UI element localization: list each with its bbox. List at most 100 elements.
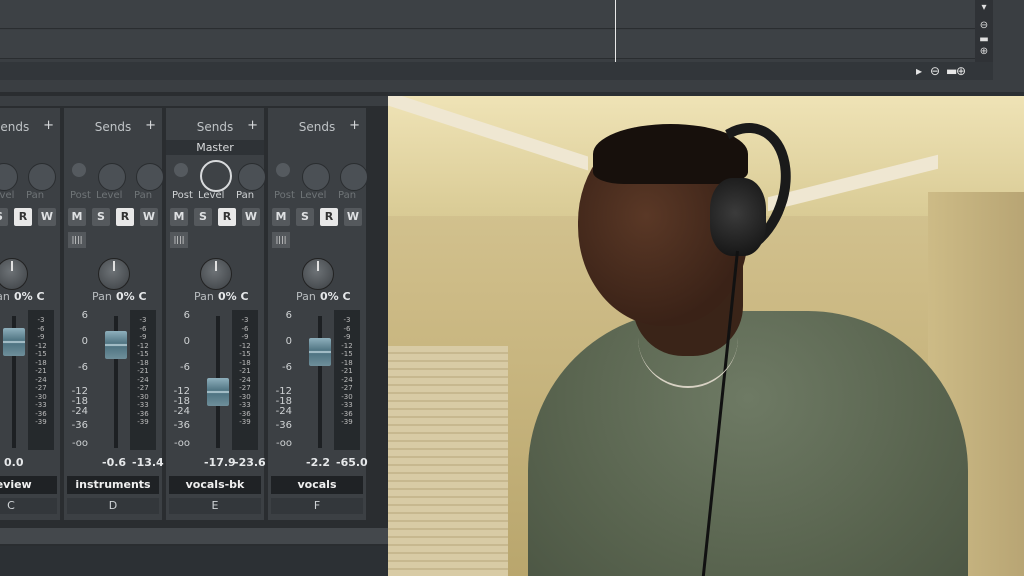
track-letter: D [67, 498, 159, 514]
level-meter: -3 -6 -9 -12 -15 -18 -21 -24 -27 -30 -33 -36 -39 [334, 310, 360, 450]
mixer-scrollbar[interactable] [0, 528, 388, 544]
meter-tick: -21 [35, 367, 47, 375]
pan-label: Pan [92, 290, 112, 303]
button-m[interactable]: M [170, 208, 188, 226]
scale-tick: 6 [183, 310, 190, 321]
button-w[interactable]: W [38, 208, 56, 226]
pan-label: Pan [296, 290, 316, 303]
button-m[interactable]: M [68, 208, 86, 226]
send-level-knob[interactable] [98, 163, 126, 191]
volume-fader[interactable] [3, 328, 25, 356]
playhead[interactable] [615, 0, 616, 62]
button-w[interactable]: W [344, 208, 362, 226]
pan-knob[interactable] [98, 258, 130, 290]
meter-tick: -39 [35, 418, 47, 426]
meter-tick: -24 [239, 375, 251, 384]
button-w[interactable]: W [242, 208, 260, 226]
webcam-video [388, 96, 1024, 576]
meter-tick: -15 [341, 350, 353, 358]
button-m[interactable]: M [272, 208, 290, 226]
scale-tick: -6 [78, 362, 88, 373]
meter-tick: -30 [341, 392, 353, 401]
fader-scale: 6 0 -6 -12 -18 -24 -36 -oo [68, 310, 88, 450]
headphone-cup [710, 178, 766, 256]
person-shirt [528, 311, 968, 576]
button-s[interactable]: S [0, 208, 8, 226]
meter-tick: -39 [239, 418, 251, 426]
button-r[interactable]: R [14, 208, 32, 226]
meter-tick: -18 [137, 358, 149, 367]
send-post-label: Post [70, 190, 91, 201]
send-post-knob[interactable] [174, 163, 188, 177]
scale-tick: -24 [71, 406, 88, 417]
level-meter: -3 -6 -9 -12 -15 -18 -21 -24 -27 -30 -33 -36 -39 [130, 310, 156, 450]
plus-icon[interactable]: + [145, 118, 156, 133]
plus-icon[interactable]: + [43, 118, 54, 133]
button-s[interactable]: S [194, 208, 212, 226]
track-name[interactable]: review [0, 476, 57, 494]
send-pan-knob[interactable] [136, 163, 164, 191]
zoom-out-icon[interactable]: ⊖ [930, 62, 940, 80]
play-arrow-icon[interactable]: ▸ [916, 62, 922, 80]
meter-tick: -33 [341, 401, 353, 409]
send-pan-knob[interactable] [238, 163, 266, 191]
zoom-in-icon[interactable]: ⊕ [956, 62, 966, 80]
meter-tick: -15 [35, 350, 47, 358]
scale-tick: -oo [173, 438, 190, 449]
send-post-knob[interactable] [276, 163, 290, 177]
button-w[interactable]: W [140, 208, 158, 226]
fader-scale: 6 0 -6 -12 -18 -24 -36 -oo [272, 310, 292, 450]
send-level-label: Level [198, 190, 225, 201]
button-r[interactable]: R [320, 208, 338, 226]
zoom-out-icon[interactable]: ⊖ [978, 20, 990, 32]
fader-track[interactable] [318, 316, 322, 448]
horizontal-scrollbar[interactable] [0, 62, 993, 80]
track-letter: C [0, 498, 57, 514]
scale-tick: -24 [275, 406, 292, 417]
volume-fader[interactable] [207, 377, 229, 406]
track-name[interactable]: vocals [271, 476, 363, 494]
waveform-icon[interactable]: |||| [68, 232, 86, 248]
meter-tick: -12 [137, 341, 149, 350]
meter-tick: -36 [239, 409, 251, 418]
pan-knob[interactable] [0, 258, 28, 290]
button-r[interactable]: R [218, 208, 236, 226]
scale-tick: -oo [275, 438, 292, 449]
send-level-knob[interactable] [200, 160, 232, 192]
scroll-down-icon[interactable]: ▾ [978, 2, 990, 14]
track-name[interactable]: instruments [67, 476, 159, 494]
send-pan-knob[interactable] [28, 163, 56, 191]
track-lane[interactable] [0, 30, 975, 59]
track-name[interactable]: vocals-bk [169, 476, 261, 494]
pan-knob[interactable] [302, 258, 334, 290]
track-letter: E [169, 498, 261, 514]
volume-fader[interactable] [309, 337, 331, 366]
send-pan-knob[interactable] [340, 163, 368, 191]
meter-tick: -9 [37, 333, 45, 341]
waveform-icon[interactable]: |||| [170, 232, 188, 248]
button-s[interactable]: S [92, 208, 110, 226]
zoom-in-icon[interactable]: ⊕ [978, 46, 990, 58]
waveform-icon[interactable]: |||| [272, 232, 290, 248]
meter-tick: -36 [35, 409, 47, 418]
send-level-knob[interactable] [302, 163, 330, 191]
volume-readout: 0.0 [4, 456, 24, 469]
volume-readout: -2.2 [306, 456, 331, 469]
plus-icon[interactable]: + [247, 118, 258, 133]
level-meter: -3 -6 -9 -12 -15 -18 -21 -24 -27 -30 -33 -36 -39 [232, 310, 258, 450]
scale-tick: -36 [71, 420, 88, 431]
button-r[interactable]: R [116, 208, 134, 226]
send-level-knob[interactable] [0, 163, 18, 191]
send-post-knob[interactable] [72, 163, 86, 177]
meter-tick: -36 [341, 409, 353, 418]
scale-tick: 0 [81, 336, 88, 347]
plus-icon[interactable]: + [349, 118, 360, 133]
send-level-label: Level [0, 190, 15, 201]
button-s[interactable]: S [296, 208, 314, 226]
meter-tick: -3 [37, 316, 45, 324]
volume-fader[interactable] [105, 330, 127, 359]
pan-knob[interactable] [200, 258, 232, 290]
track-lane[interactable] [0, 0, 975, 29]
peak-readout: -23.6 [234, 456, 266, 469]
zoom-reset-icon[interactable]: ▬ [978, 34, 990, 46]
